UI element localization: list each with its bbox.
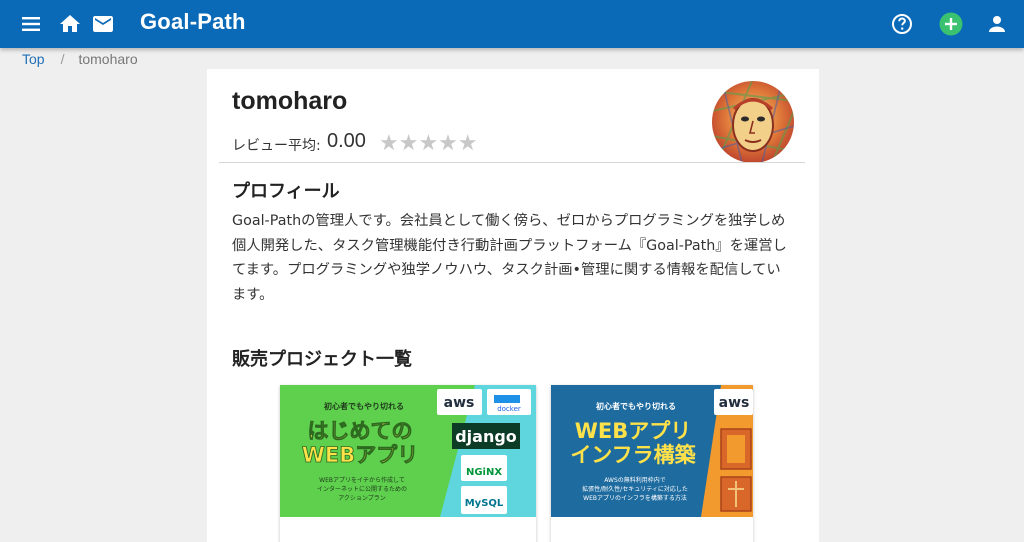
menu-icon[interactable] — [19, 12, 43, 36]
project-title-line2: インフラ構築 — [570, 443, 696, 467]
project-title-line1: はじめての — [308, 419, 413, 443]
project-tagline: 初心者でもやり切れる — [596, 401, 676, 411]
project-card[interactable]: 初心者でもやり切れる WEBアプリ インフラ構築 AWSの無料利用枠内で 拡張性… — [551, 385, 753, 542]
avatar[interactable] — [712, 81, 794, 163]
username-heading: tomoharo — [232, 87, 348, 115]
help-icon[interactable] — [890, 12, 914, 36]
rating-stars: ★★★★★ — [379, 131, 478, 156]
project-desc-line2: インターネットに公開するための — [317, 485, 407, 493]
project-thumbnail-infra[interactable]: 初心者でもやり切れる WEBアプリ インフラ構築 AWSの無料利用枠内で 拡張性… — [551, 385, 753, 517]
project-desc-line3: WEBアプリのインフラを構築する方法 — [583, 494, 687, 502]
nginx-logo: NGiNX — [466, 467, 502, 478]
review-average-value: 0.00 — [327, 130, 366, 152]
breadcrumb-separator: / — [60, 51, 65, 67]
review-average-label: レビュー平均: — [232, 138, 321, 154]
project-tagline: 初心者でもやり切れる — [324, 401, 404, 411]
project-desc-line1: WEBアプリをイチから作成して — [319, 476, 405, 484]
docker-logo: docker — [497, 405, 521, 413]
account-icon[interactable] — [985, 12, 1009, 36]
breadcrumb: Top / tomoharo — [22, 51, 138, 67]
project-card[interactable]: 初心者でもやり切れる はじめての WEBアプリ WEBアプリをイチから作成して … — [280, 385, 536, 542]
home-icon[interactable] — [58, 12, 82, 36]
project-desc-line1: AWSの無料利用枠内で — [604, 476, 666, 484]
profile-section-title: プロフィール — [232, 181, 340, 202]
project-title-line1: WEBアプリ — [575, 419, 692, 443]
mail-icon[interactable] — [91, 12, 115, 36]
mysql-logo: MySQL — [465, 498, 504, 509]
projects-section-title: 販売プロジェクト一覧 — [232, 349, 412, 370]
profile-card: tomoharo レビュー平均: 0.00 ★★★★★ プロフィール Goal-… — [207, 69, 819, 542]
aws-logo: aws — [719, 395, 750, 411]
profile-description: Goal-Pathの管理人です。会社員として働く傍ら、ゼロからプログラミングを独… — [232, 213, 787, 303]
add-icon[interactable] — [939, 12, 963, 36]
django-logo: django — [455, 427, 517, 446]
breadcrumb-current: tomoharo — [78, 51, 138, 67]
project-thumbnail-webapp[interactable]: 初心者でもやり切れる はじめての WEBアプリ WEBアプリをイチから作成して … — [280, 385, 536, 517]
project-title-line2: WEBアプリ — [302, 443, 419, 467]
project-desc-line2: 拡張性/耐久性/セキュリティに対応した — [582, 485, 688, 493]
app-title[interactable]: Goal-Path — [140, 9, 246, 35]
breadcrumb-top-link[interactable]: Top — [22, 51, 45, 67]
aws-logo: aws — [444, 395, 475, 411]
project-desc-line3: アクションプラン — [338, 495, 386, 502]
app-bar: Goal-Path — [0, 0, 1024, 48]
header-divider — [219, 162, 805, 163]
